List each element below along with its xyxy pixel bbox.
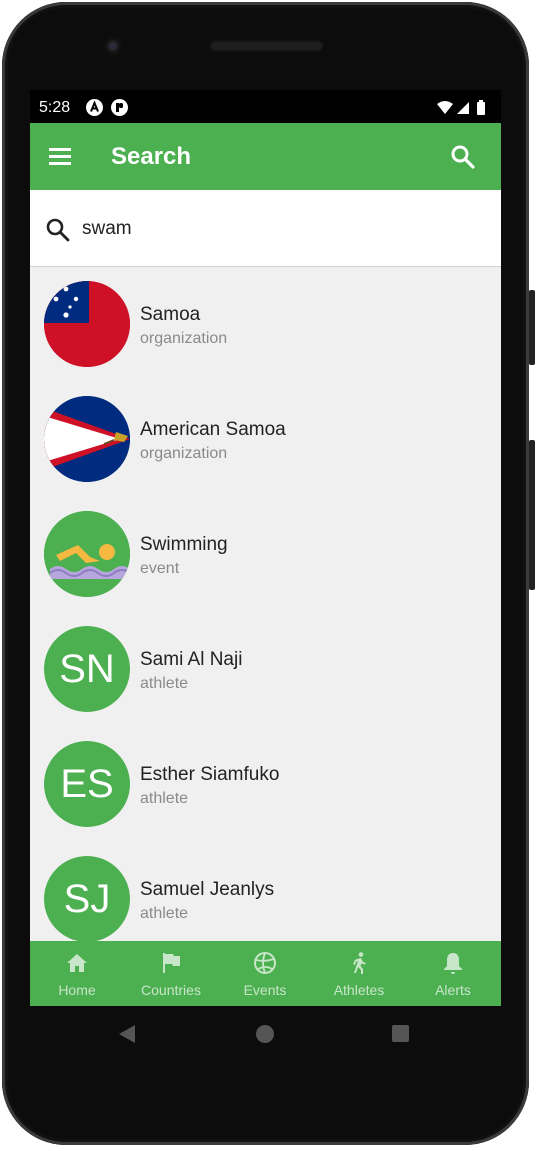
signal-icon <box>457 102 469 114</box>
bell-icon <box>441 951 465 975</box>
list-item[interactable]: SJ Samuel Jeanlys athlete <box>30 842 501 957</box>
screen: 5:28 Search swam Samoa organization Amer… <box>30 90 501 1006</box>
result-name: Samoa <box>140 304 201 325</box>
earpiece-speaker <box>209 40 324 52</box>
list-item[interactable]: Samoa organization <box>30 267 501 382</box>
bottom-navigation: Home Countries Events Athletes Alerts <box>30 941 501 1006</box>
nav-item-events[interactable]: Events <box>218 941 312 1006</box>
nav-label: Events <box>243 982 287 998</box>
back-icon[interactable] <box>118 1024 136 1049</box>
avatar-initials: SJ <box>63 877 111 921</box>
flag-icon <box>159 951 183 975</box>
volume-button <box>529 440 535 590</box>
swimmer-icon <box>44 511 130 597</box>
notification-a-icon <box>86 99 103 116</box>
home-icon <box>65 951 89 975</box>
runner-icon <box>347 951 371 975</box>
list-item[interactable]: ES Esther Siamfuko athlete <box>30 727 501 842</box>
samoa-flag <box>44 281 130 367</box>
app-bar: Search <box>30 123 501 190</box>
battery-icon <box>477 100 485 115</box>
american-samoa-flag <box>44 396 130 482</box>
power-button <box>529 290 535 365</box>
avatar: ES <box>44 741 130 827</box>
avatar: SN <box>44 626 130 712</box>
wifi-icon <box>437 101 453 114</box>
result-name: Esther Siamfuko <box>140 764 280 785</box>
hamburger-menu-icon[interactable] <box>48 144 72 168</box>
nav-item-athletes[interactable]: Athletes <box>312 941 406 1006</box>
result-type: athlete <box>140 905 189 922</box>
search-bar <box>30 190 501 267</box>
system-navigation-bar <box>30 1006 501 1064</box>
result-name: Swimming <box>140 534 228 555</box>
phone-frame: 5:28 Search swam Samoa organization Amer… <box>0 0 537 1151</box>
nav-item-alerts[interactable]: Alerts <box>406 941 500 1006</box>
nav-item-home[interactable]: Home <box>30 941 124 1006</box>
result-name: Sami Al Naji <box>140 649 243 670</box>
result-name: Samuel Jeanlys <box>140 879 275 900</box>
avatar-initials: ES <box>60 762 114 806</box>
list-item[interactable]: American Samoa organization <box>30 382 501 497</box>
list-item[interactable]: SN Sami Al Naji athlete <box>30 612 501 727</box>
nav-label: Countries <box>141 982 201 998</box>
page-title: Search <box>111 143 192 170</box>
avatar: SJ <box>44 856 130 942</box>
notification-p-icon <box>111 99 128 116</box>
front-camera <box>104 37 122 55</box>
nav-item-countries[interactable]: Countries <box>124 941 218 1006</box>
result-type: athlete <box>140 790 189 807</box>
search-icon[interactable] <box>449 143 477 171</box>
status-right-icons <box>436 99 492 116</box>
status-time: 5:28 <box>39 99 71 116</box>
list-item[interactable]: Swimming event <box>30 497 501 612</box>
volleyball-icon <box>253 951 277 975</box>
recents-icon[interactable] <box>392 1025 409 1042</box>
result-type: athlete <box>140 675 189 692</box>
search-input[interactable] <box>82 210 472 248</box>
nav-label: Home <box>58 982 96 998</box>
avatar-initials: SN <box>59 647 115 691</box>
nav-label: Alerts <box>435 982 471 998</box>
home-circle-icon[interactable] <box>256 1025 274 1043</box>
result-type: organization <box>140 330 228 347</box>
result-type: organization <box>140 445 228 462</box>
search-field-icon <box>45 217 71 243</box>
result-type: event <box>140 560 180 577</box>
status-bar: 5:28 <box>30 90 501 123</box>
result-name: American Samoa <box>140 419 286 440</box>
nav-label: Athletes <box>333 982 385 998</box>
